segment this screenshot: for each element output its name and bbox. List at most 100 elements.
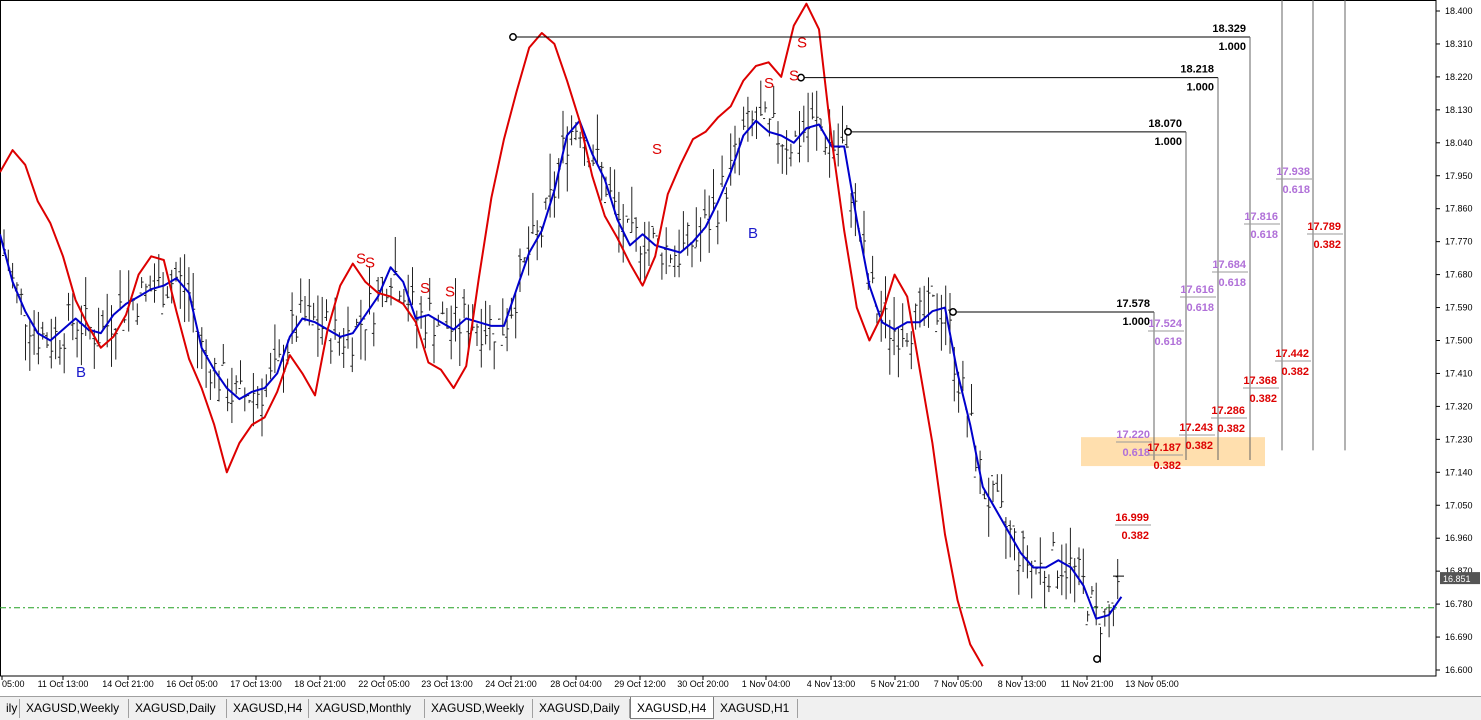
ohlc-bar — [315, 295, 320, 357]
x-tick-label: 4 Nov 13:00 — [807, 679, 856, 689]
fib-618-price-label: 17.220 — [1116, 429, 1150, 441]
tab-xagusd-daily[interactable]: XAGUSD,Daily — [129, 699, 227, 718]
ohlc-bar — [999, 474, 1004, 508]
x-tick-label: 05:00 — [2, 679, 25, 689]
y-tick-label: 16.690 — [1445, 632, 1473, 642]
fib-382-ratio-label: 0.382 — [1281, 366, 1309, 378]
ohlc-bar — [690, 241, 694, 268]
ohlc-bar — [307, 279, 312, 326]
fib-618-ratio-label: 0.618 — [1154, 336, 1182, 348]
swing-high-marker — [949, 307, 957, 316]
ohlc-bar — [1055, 570, 1060, 589]
y-tick-label: 17.230 — [1445, 434, 1473, 444]
tab-xagusd-weekly-2[interactable]: XAGUSD,Weekly — [425, 699, 533, 718]
fib-382-ratio-label: 0.382 — [1185, 440, 1213, 452]
x-tick-label: 1 Nov 04:00 — [742, 679, 791, 689]
ohlc-bar — [905, 333, 909, 347]
x-tick-label: 24 Oct 21:00 — [485, 679, 537, 689]
swing-high-marker — [509, 33, 517, 41]
swing-high-price-label: 18.329 — [1212, 23, 1246, 35]
x-tick-label: 17 Oct 13:00 — [230, 679, 282, 689]
fib-618-price-label: 17.938 — [1276, 166, 1310, 178]
x-tick-label: 14 Oct 21:00 — [102, 679, 154, 689]
swing-high-price-label: 18.070 — [1148, 118, 1182, 130]
ohlc-bar — [449, 305, 454, 360]
ohlc-bar — [991, 475, 995, 503]
ohlc-bar — [647, 221, 651, 266]
ohlc-bar — [1064, 543, 1069, 600]
ohlc-bar — [277, 339, 282, 362]
y-tick-label: 16.600 — [1445, 665, 1473, 675]
ohlc-bar — [221, 343, 226, 366]
ohlc-bar — [664, 227, 669, 275]
ohlc-bar — [1042, 570, 1047, 609]
ohlc-bar — [238, 360, 243, 390]
ohlc-bar — [1072, 558, 1077, 603]
y-tick-label: 18.130 — [1445, 105, 1473, 115]
ohlc-bar — [599, 161, 604, 201]
ohlc-bar — [487, 305, 492, 351]
y-tick-label: 18.220 — [1445, 72, 1473, 82]
ohlc-bar — [462, 289, 467, 319]
ohlc-bar — [165, 286, 170, 299]
ohlc-bar — [66, 292, 71, 321]
fib-618-ratio-label: 0.618 — [1122, 447, 1150, 459]
ohlc-bar — [913, 303, 918, 330]
ohlc-bar — [479, 308, 484, 368]
ohlc-bar — [225, 378, 230, 412]
ohlc-bar — [767, 118, 772, 137]
x-tick-label: 18 Oct 21:00 — [294, 679, 346, 689]
ohlc-bar — [346, 306, 350, 349]
y-tick-label: 17.590 — [1445, 303, 1473, 313]
ohlc-bar — [298, 278, 303, 313]
ohlc-bar — [780, 144, 785, 174]
x-tick-label: 28 Oct 04:00 — [550, 679, 602, 689]
current-price-label: 16.851 — [1443, 574, 1471, 584]
ohlc-bar — [393, 236, 398, 276]
tab-xagusd-h1[interactable]: XAGUSD,H1 — [714, 699, 798, 718]
x-tick-label: 30 Oct 20:00 — [677, 679, 729, 689]
ohlc-bar — [475, 323, 479, 346]
ohlc-bar — [801, 105, 806, 143]
y-tick-label: 17.140 — [1445, 467, 1473, 477]
x-tick-label: 29 Oct 12:00 — [614, 679, 666, 689]
ohlc-bar — [629, 186, 634, 233]
chart-tab-bar: ily XAGUSD,Weekly XAGUSD,Daily XAGUSD,H4… — [0, 696, 1481, 720]
x-tick-label: 7 Nov 05:00 — [934, 679, 983, 689]
sell-signal-label: S — [789, 68, 799, 85]
ohlc-bar — [229, 367, 234, 424]
ohlc-bar — [242, 387, 247, 412]
ohlc-bar — [530, 192, 535, 234]
ohlc-bar — [492, 333, 497, 370]
ohlc-bar — [483, 300, 488, 345]
x-tick-label: 11 Nov 21:00 — [1061, 679, 1114, 689]
ohlc-bar — [1046, 574, 1051, 593]
ohlc-bar — [440, 301, 445, 315]
ohlc-bar — [341, 328, 346, 368]
ohlc-bar — [135, 303, 140, 325]
ohlc-bar — [986, 477, 991, 537]
tab-partial-daily[interactable]: ily — [0, 699, 20, 718]
fib-618-ratio-label: 0.618 — [1186, 302, 1214, 314]
ohlc-bar — [1051, 531, 1056, 551]
ohlc-bar — [410, 267, 415, 305]
fib-382-price-label: 17.187 — [1147, 442, 1181, 454]
fib-382-price-label: 17.243 — [1179, 422, 1213, 434]
fib-618-ratio-label: 0.618 — [1282, 184, 1310, 196]
ohlc-bar — [1038, 537, 1043, 585]
ohlc-bar — [139, 277, 144, 294]
ohlc-bar — [909, 331, 914, 370]
tab-xagusd-weekly[interactable]: XAGUSD,Weekly — [20, 699, 129, 718]
ohlc-bar — [896, 327, 901, 378]
ohlc-bar — [578, 131, 583, 148]
price-chart[interactable]: 18.400 18.310 18.220 18.130 18.040 17.950 17.8… — [0, 0, 1481, 696]
tab-xagusd-h4-active[interactable]: XAGUSD,H4 — [630, 697, 714, 719]
y-tick-label: 17.500 — [1445, 336, 1473, 346]
sell-signal-label: S — [764, 75, 774, 92]
ohlc-bar — [247, 395, 252, 404]
tab-xagusd-daily-2[interactable]: XAGUSD,Daily — [533, 699, 630, 718]
tab-xagusd-h4[interactable]: XAGUSD,H4 — [227, 699, 309, 718]
tab-xagusd-monthly[interactable]: XAGUSD,Monthly — [309, 699, 425, 718]
ohlc-bar — [1102, 608, 1107, 627]
swing-high-ratio-label: 1.000 — [1154, 136, 1182, 148]
